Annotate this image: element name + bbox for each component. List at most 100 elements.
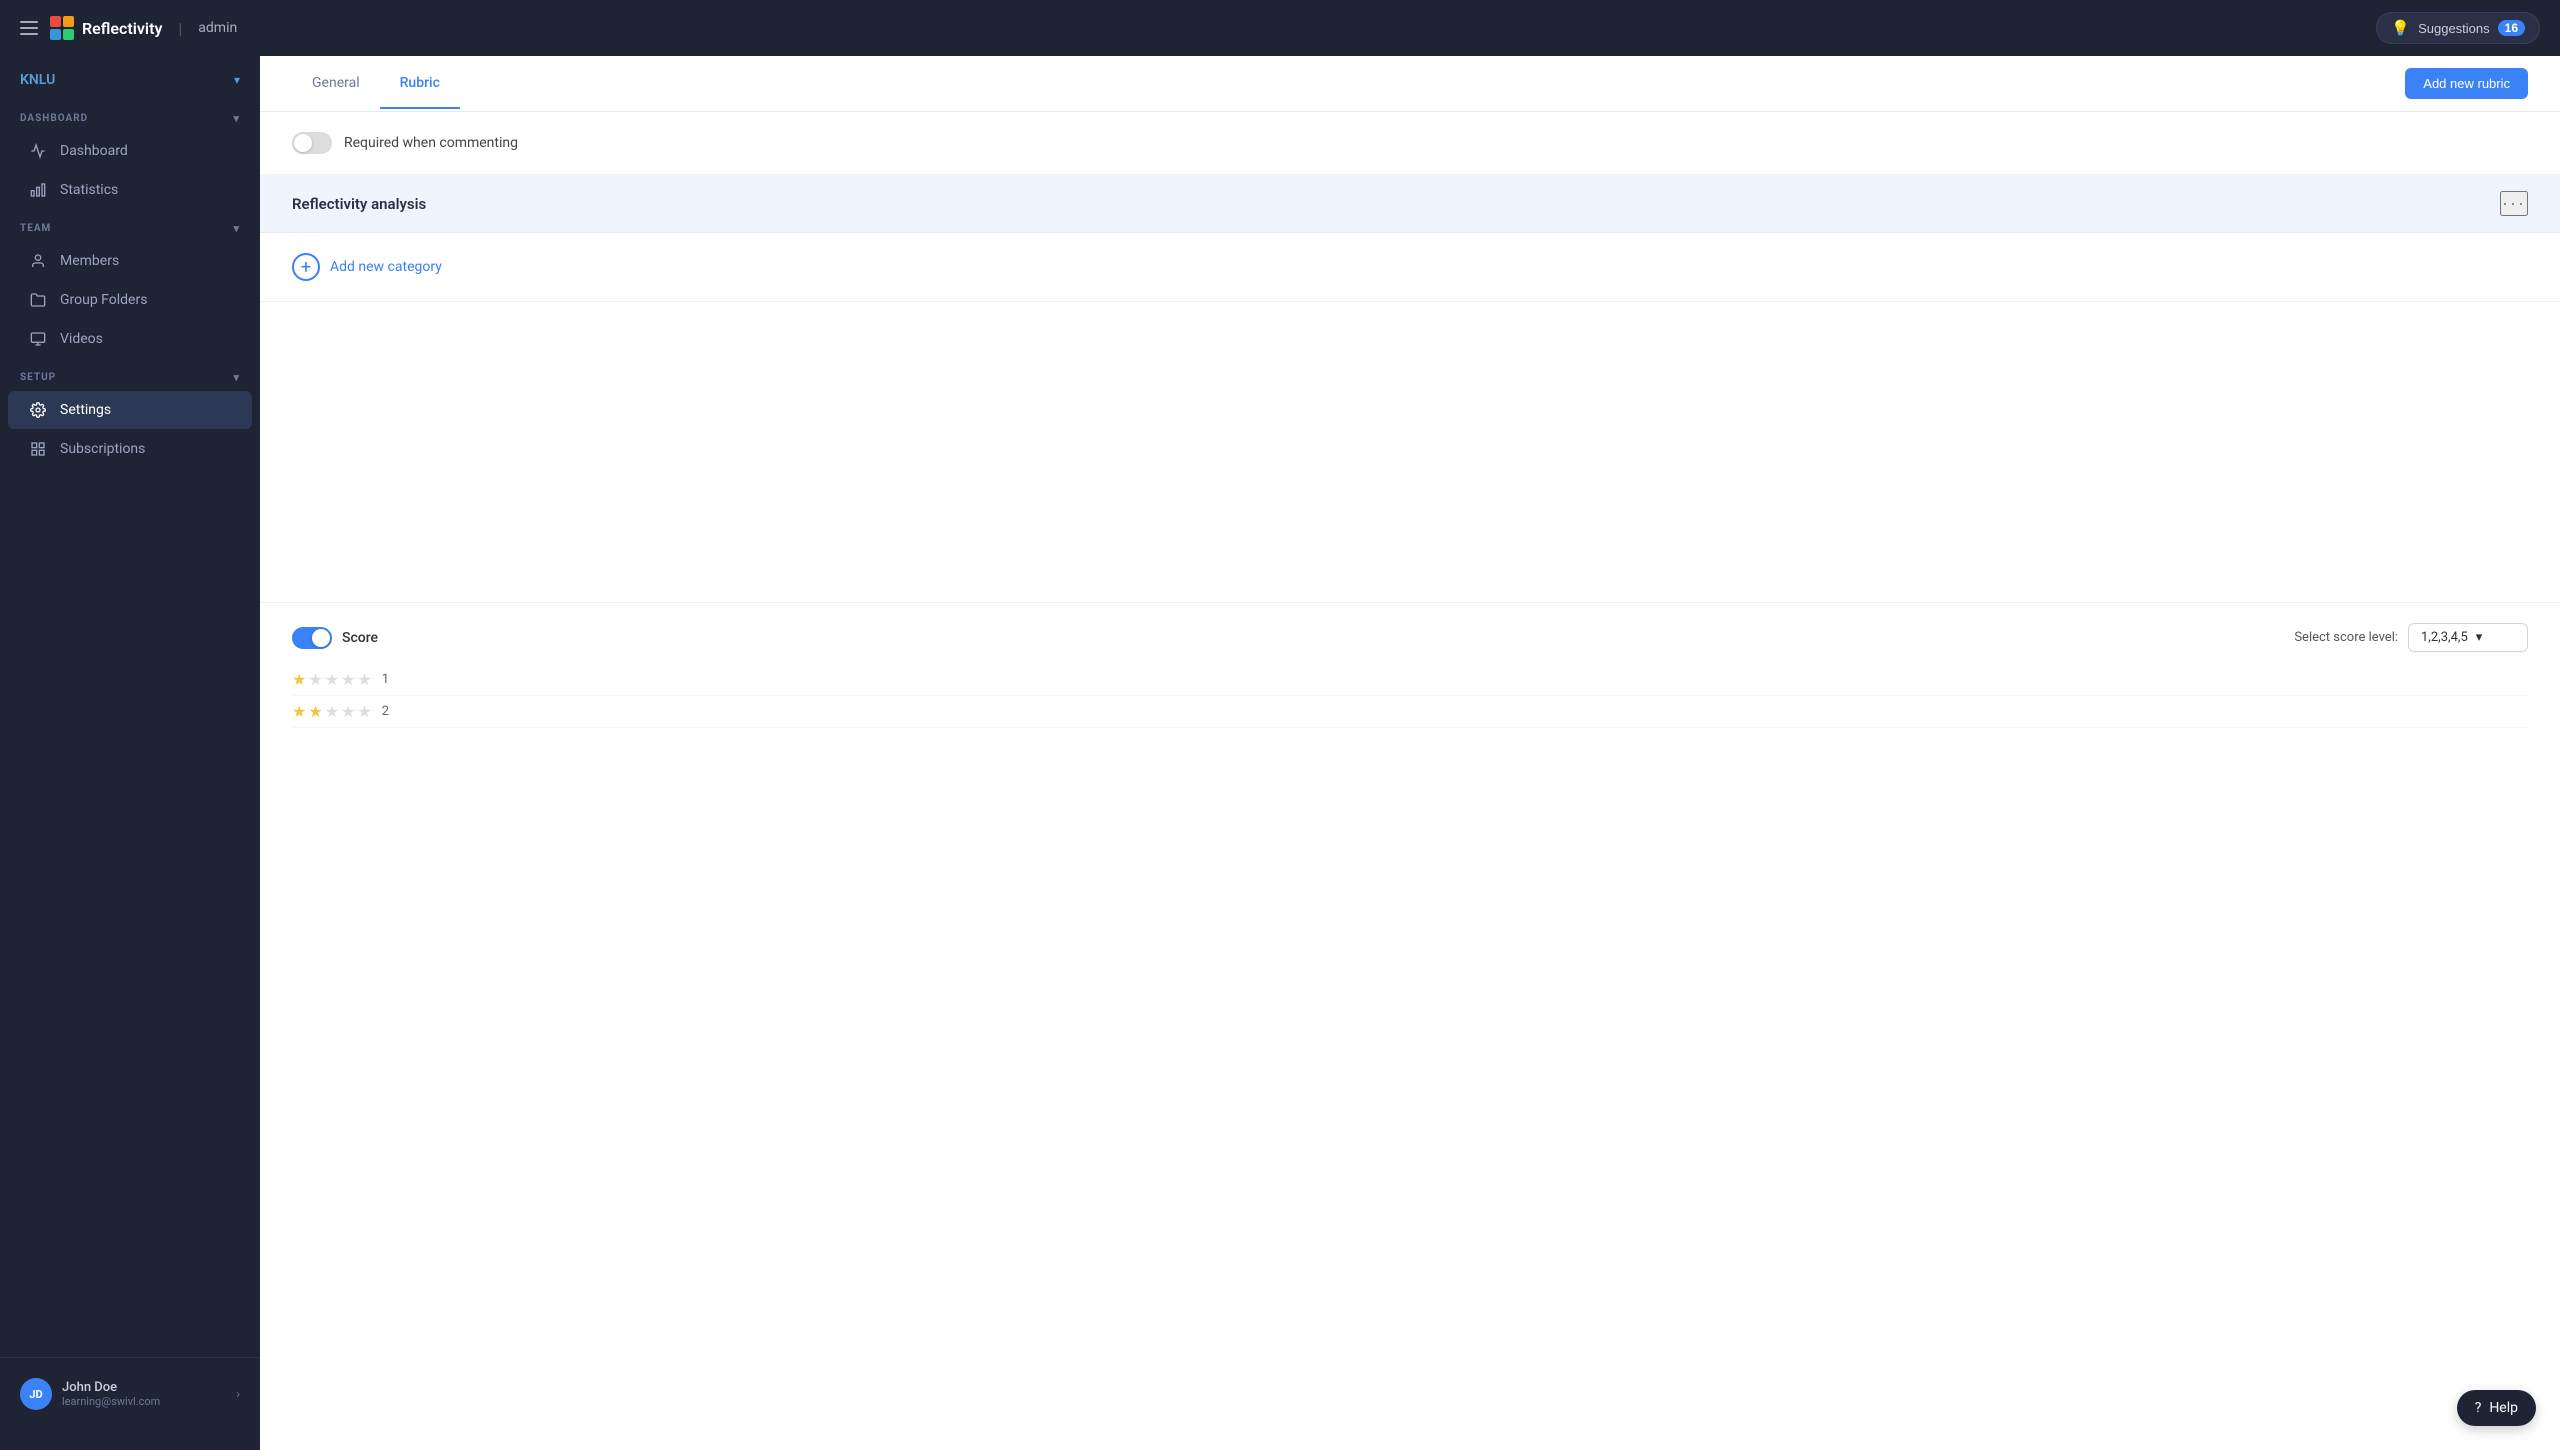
score-level-value: 1,2,3,4,5 <box>2421 630 2468 645</box>
add-rubric-button[interactable]: Add new rubric <box>2405 68 2528 99</box>
content-area: Required when commenting Reflectivity an… <box>260 112 2560 1450</box>
star-row-1: ★ ★ ★ ★ ★ 1 <box>292 664 2528 696</box>
sidebar-item-group-folders[interactable]: Group Folders <box>8 281 252 319</box>
statistics-icon <box>28 182 48 198</box>
add-category-plus-icon[interactable]: + <box>292 253 320 281</box>
star-empty-2b: ★ <box>341 702 355 721</box>
toggle-knob <box>294 134 312 152</box>
logo-sq-yellow <box>63 16 74 27</box>
score-section: Score Select score level: 1,2,3,4,5 ▾ ★ <box>260 602 2560 748</box>
top-navigation: Reflectivity | admin 💡 Suggestions 16 <box>0 0 2560 56</box>
main-content: General Rubric Add new rubric Required w… <box>260 56 2560 1450</box>
sidebar-item-settings[interactable]: Settings <box>8 391 252 429</box>
score-toggle[interactable] <box>292 627 332 649</box>
sidebar: KNLU ▾ DASHBOARD ▾ Dashboard Statistics <box>0 56 260 1450</box>
org-chevron-icon: ▾ <box>234 73 240 87</box>
category-title: Reflectivity analysis <box>292 195 426 213</box>
user-email: learning@swivl.com <box>62 1395 226 1408</box>
sidebar-item-label-group-folders: Group Folders <box>60 292 147 308</box>
score-level-label: Select score level: <box>2294 630 2398 645</box>
score-row: Score Select score level: 1,2,3,4,5 ▾ <box>292 623 2528 652</box>
org-name: KNLU <box>20 72 55 88</box>
score-level-wrap: Select score level: 1,2,3,4,5 ▾ <box>2294 623 2528 652</box>
group-folders-icon <box>28 292 48 308</box>
star-count-2: 2 <box>382 704 389 719</box>
main-tabs: General Rubric <box>292 59 460 108</box>
tab-rubric[interactable]: Rubric <box>380 59 460 109</box>
logo-wrap: Reflectivity <box>50 16 162 40</box>
more-icon: ··· <box>2502 193 2526 213</box>
user-profile[interactable]: JD John Doe learning@swivl.com › <box>8 1370 252 1418</box>
user-name: John Doe <box>62 1380 226 1395</box>
logo-icon <box>50 16 74 40</box>
avatar: JD <box>20 1378 52 1410</box>
layout: KNLU ▾ DASHBOARD ▾ Dashboard Statistics <box>0 56 2560 1450</box>
score-level-select[interactable]: 1,2,3,4,5 ▾ <box>2408 623 2528 652</box>
app-name: Reflectivity <box>82 19 162 38</box>
sidebar-group-label-team[interactable]: TEAM ▾ <box>0 210 260 241</box>
suggestions-badge: 16 <box>2498 20 2525 36</box>
topnav-right: 💡 Suggestions 16 <box>2376 12 2540 44</box>
suggestions-button[interactable]: 💡 Suggestions 16 <box>2376 12 2540 44</box>
stars-2: ★ ★ ★ ★ ★ <box>292 702 372 721</box>
sidebar-item-statistics[interactable]: Statistics <box>8 171 252 209</box>
logo-sq-green <box>63 29 74 40</box>
sidebar-footer: JD John Doe learning@swivl.com › <box>0 1357 260 1430</box>
sidebar-item-videos[interactable]: Videos <box>8 320 252 358</box>
sidebar-item-label-dashboard: Dashboard <box>60 143 128 159</box>
tab-general[interactable]: General <box>292 59 380 109</box>
setup-section-chevron: ▾ <box>233 371 240 384</box>
sidebar-item-subscriptions[interactable]: Subscriptions <box>8 430 252 468</box>
main-topbar: General Rubric Add new rubric <box>260 56 2560 112</box>
dashboard-section-chevron: ▾ <box>233 112 240 125</box>
sidebar-group-label-setup[interactable]: SETUP ▾ <box>0 359 260 390</box>
sidebar-group-label-dashboard[interactable]: DASHBOARD ▾ <box>0 100 260 131</box>
sidebar-item-label-settings: Settings <box>60 402 111 418</box>
star-empty-1: ★ <box>308 670 322 689</box>
help-icon: ? <box>2475 1400 2482 1416</box>
team-section-chevron: ▾ <box>233 222 240 235</box>
user-info: John Doe learning@swivl.com <box>62 1380 226 1408</box>
star-empty-2c: ★ <box>357 702 371 721</box>
suggestions-label: Suggestions <box>2418 21 2490 36</box>
add-category-row: + Add new category <box>260 233 2560 302</box>
sidebar-section-dashboard: DASHBOARD ▾ Dashboard Statistics <box>0 100 260 210</box>
star-count-1: 1 <box>382 672 389 687</box>
settings-icon <box>28 402 48 418</box>
user-chevron-icon: › <box>236 1387 240 1401</box>
admin-label: admin <box>198 20 237 36</box>
required-toggle[interactable] <box>292 132 332 154</box>
sidebar-item-dashboard[interactable]: Dashboard <box>8 132 252 170</box>
star-empty-4: ★ <box>357 670 371 689</box>
category-section: Reflectivity analysis ··· <box>260 175 2560 233</box>
add-category-label[interactable]: Add new category <box>330 259 442 275</box>
videos-icon <box>28 331 48 347</box>
org-selector[interactable]: KNLU ▾ <box>0 56 260 100</box>
star-filled-1: ★ <box>292 670 306 689</box>
required-toggle-label: Required when commenting <box>344 135 518 151</box>
stars-1: ★ ★ ★ ★ ★ <box>292 670 372 689</box>
logo-sq-red <box>50 16 61 27</box>
more-options-button[interactable]: ··· <box>2500 191 2528 216</box>
sidebar-item-label-members: Members <box>60 253 119 269</box>
subscriptions-icon <box>28 441 48 457</box>
star-row-2: ★ ★ ★ ★ ★ 2 <box>292 696 2528 728</box>
score-level-chevron: ▾ <box>2476 630 2483 645</box>
sidebar-item-members[interactable]: Members <box>8 242 252 280</box>
star-filled-2a: ★ <box>292 702 306 721</box>
help-button[interactable]: ? Help <box>2457 1390 2536 1426</box>
logo-sq-blue <box>50 29 61 40</box>
empty-content-area <box>260 302 2560 602</box>
sidebar-section-team: TEAM ▾ Members Group Folders Videos <box>0 210 260 359</box>
star-empty-2a: ★ <box>325 702 339 721</box>
sidebar-item-label-statistics: Statistics <box>60 182 118 198</box>
score-left: Score <box>292 627 378 649</box>
star-empty-2: ★ <box>325 670 339 689</box>
bulb-icon: 💡 <box>2391 19 2410 37</box>
score-label: Score <box>342 630 378 646</box>
members-icon <box>28 253 48 269</box>
sidebar-section-setup: SETUP ▾ Settings Subscriptions <box>0 359 260 469</box>
sidebar-item-label-subscriptions: Subscriptions <box>60 441 145 457</box>
required-toggle-row: Required when commenting <box>260 112 2560 175</box>
hamburger-menu[interactable] <box>20 21 38 35</box>
